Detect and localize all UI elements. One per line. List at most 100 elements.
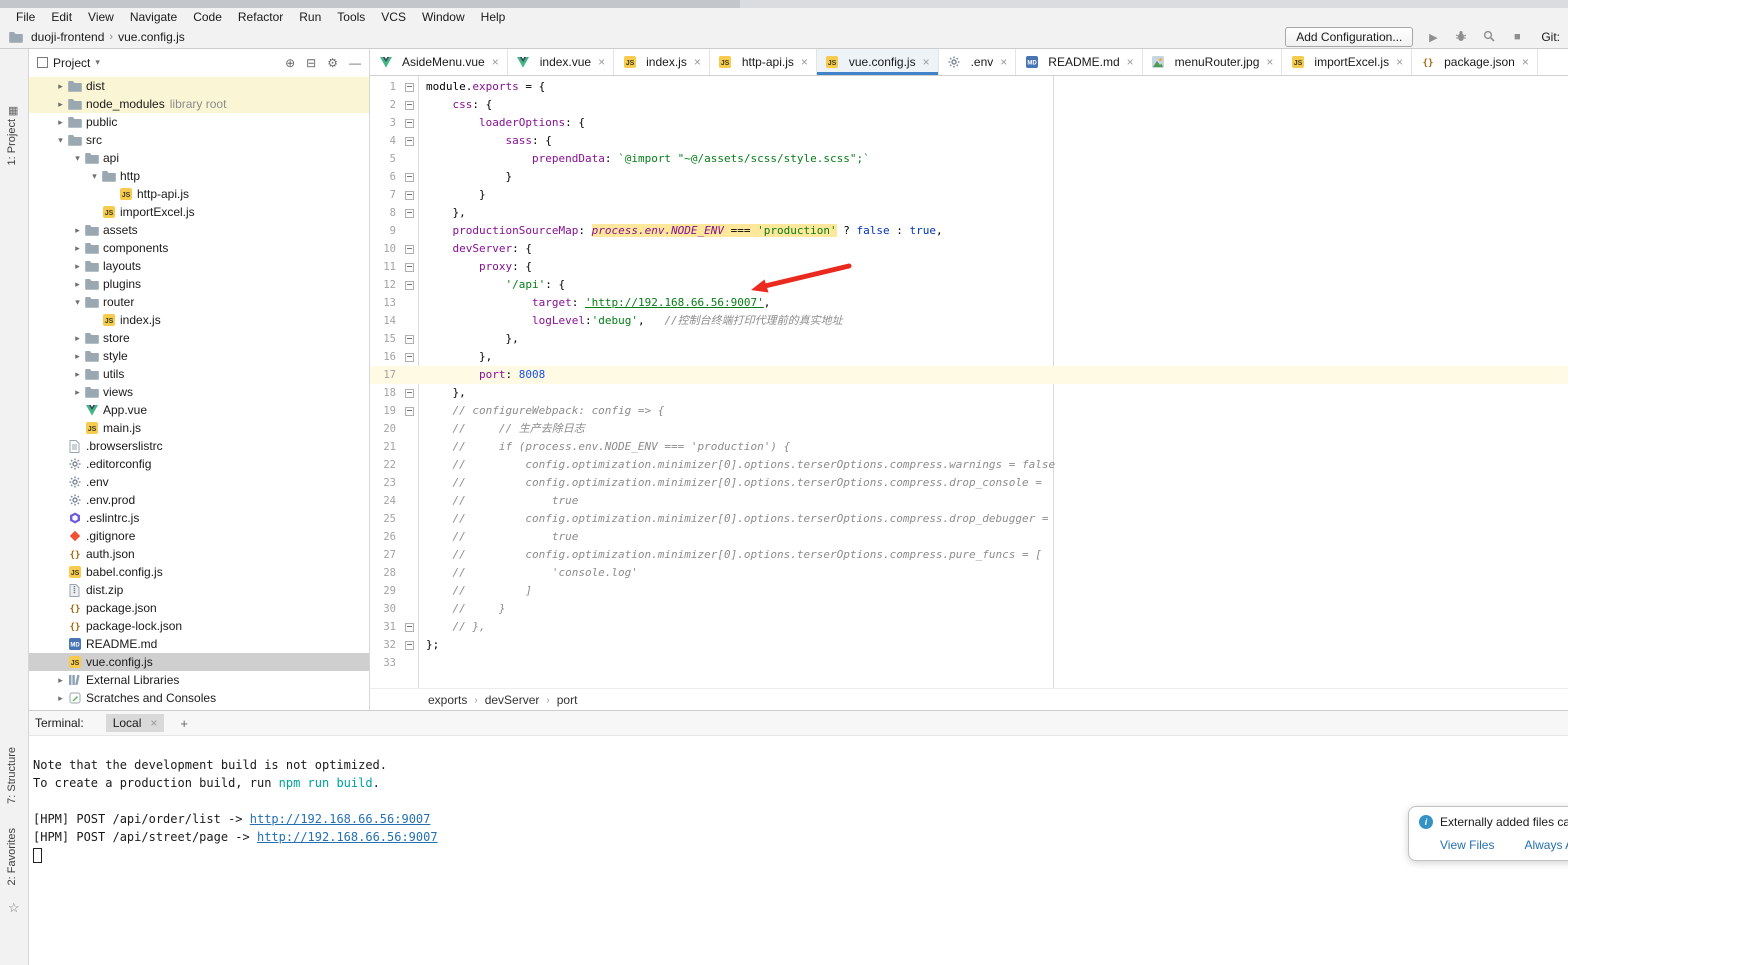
fold-marker-icon[interactable]: [400, 330, 418, 348]
menu-item-code[interactable]: Code: [185, 10, 230, 24]
line-number[interactable]: 19: [370, 402, 400, 420]
code-line-29[interactable]: 29 // ]: [370, 582, 1568, 600]
chevron-right-icon[interactable]: ▸: [54, 675, 67, 686]
menu-item-navigate[interactable]: Navigate: [122, 10, 185, 24]
code-line-31[interactable]: 31 // },: [370, 618, 1568, 636]
favorites-star-icon[interactable]: ☆: [8, 900, 20, 916]
tree-item-main.js[interactable]: JSmain.js: [29, 419, 369, 437]
line-number[interactable]: 7: [370, 186, 400, 204]
tree-item-http-api.js[interactable]: JShttp-api.js: [29, 185, 369, 203]
code-editor[interactable]: 1module.exports = {2 css: {3 loaderOptio…: [370, 76, 1568, 690]
tree-item-assets[interactable]: ▸assets: [29, 221, 369, 239]
chevron-down-icon[interactable]: ▾: [95, 57, 100, 68]
code-line-22[interactable]: 22 // config.optimization.minimizer[0].o…: [370, 456, 1568, 474]
tree-item-index.js[interactable]: JSindex.js: [29, 311, 369, 329]
tab-close-icon[interactable]: ×: [1266, 55, 1273, 69]
locate-file-icon[interactable]: ⊕: [285, 56, 295, 70]
breadcrumb-exports[interactable]: exports: [428, 693, 467, 707]
chevron-right-icon[interactable]: ▸: [71, 333, 84, 344]
line-number[interactable]: 3: [370, 114, 400, 132]
code-line-23[interactable]: 23 // config.optimization.minimizer[0].o…: [370, 474, 1568, 492]
tree-item-Scratches-and-Consoles[interactable]: ▸Scratches and Consoles: [29, 689, 369, 707]
tree-item-router[interactable]: ▾router: [29, 293, 369, 311]
code-line-14[interactable]: 14 logLevel:'debug', //控制台终端打印代理前的真实地址: [370, 312, 1568, 330]
tree-item-views[interactable]: ▸views: [29, 383, 369, 401]
line-number[interactable]: 21: [370, 438, 400, 456]
editor-tab-importExcel.js[interactable]: JSimportExcel.js×: [1282, 49, 1412, 75]
code-line-32[interactable]: 32};: [370, 636, 1568, 654]
tree-item-package-lock.json[interactable]: {}package-lock.json: [29, 617, 369, 635]
code-line-4[interactable]: 4 sass: {: [370, 132, 1568, 150]
chevron-right-icon[interactable]: ▸: [71, 225, 84, 236]
menu-item-run[interactable]: Run: [291, 10, 329, 24]
code-line-1[interactable]: 1module.exports = {: [370, 78, 1568, 96]
code-line-13[interactable]: 13 target: 'http://192.168.66.56:9007',: [370, 294, 1568, 312]
line-number[interactable]: 11: [370, 258, 400, 276]
tree-item-.gitignore[interactable]: .gitignore: [29, 527, 369, 545]
project-tool-icon[interactable]: ▦: [8, 104, 18, 117]
fold-marker-icon[interactable]: [400, 132, 418, 150]
line-number[interactable]: 26: [370, 528, 400, 546]
tree-item-public[interactable]: ▸public: [29, 113, 369, 131]
line-number[interactable]: 27: [370, 546, 400, 564]
close-icon[interactable]: ×: [150, 716, 157, 730]
chevron-down-icon[interactable]: ▾: [71, 153, 84, 164]
code-line-8[interactable]: 8 },: [370, 204, 1568, 222]
chevron-down-icon[interactable]: ▾: [71, 297, 84, 308]
tab-close-icon[interactable]: ×: [1522, 55, 1529, 69]
tree-item-node_modules[interactable]: ▸node_moduleslibrary root: [29, 95, 369, 113]
toolbar-file-name[interactable]: vue.config.js: [118, 30, 185, 44]
menu-item-file[interactable]: File: [8, 10, 43, 24]
debug-icon[interactable]: [1453, 30, 1469, 45]
line-number[interactable]: 13: [370, 294, 400, 312]
code-line-6[interactable]: 6 }: [370, 168, 1568, 186]
fold-marker-icon[interactable]: [400, 618, 418, 636]
code-line-28[interactable]: 28 // 'console.log': [370, 564, 1568, 582]
tab-close-icon[interactable]: ×: [694, 55, 701, 69]
line-number[interactable]: 31: [370, 618, 400, 636]
tab-close-icon[interactable]: ×: [1127, 55, 1134, 69]
tree-item-.env[interactable]: .env: [29, 473, 369, 491]
editor-tab-package.json[interactable]: {}package.json×: [1412, 49, 1538, 75]
code-line-10[interactable]: 10 devServer: {: [370, 240, 1568, 258]
tree-item-.editorconfig[interactable]: .editorconfig: [29, 455, 369, 473]
editor-tab-index.js[interactable]: JSindex.js×: [614, 49, 710, 75]
line-number[interactable]: 25: [370, 510, 400, 528]
line-number[interactable]: 18: [370, 384, 400, 402]
code-line-19[interactable]: 19 // configureWebpack: config => {: [370, 402, 1568, 420]
line-number[interactable]: 32: [370, 636, 400, 654]
line-number[interactable]: 15: [370, 330, 400, 348]
fold-marker-icon[interactable]: [400, 168, 418, 186]
code-line-25[interactable]: 25 // config.optimization.minimizer[0].o…: [370, 510, 1568, 528]
code-line-11[interactable]: 11 proxy: {: [370, 258, 1568, 276]
chevron-right-icon[interactable]: ▸: [71, 243, 84, 254]
code-line-2[interactable]: 2 css: {: [370, 96, 1568, 114]
chevron-right-icon[interactable]: ▸: [71, 369, 84, 380]
chevron-right-icon[interactable]: ▸: [54, 99, 67, 110]
add-configuration-button[interactable]: Add Configuration...: [1285, 27, 1413, 47]
run-icon[interactable]: ▶: [1425, 31, 1441, 44]
search-icon[interactable]: [1481, 30, 1497, 45]
tree-item-components[interactable]: ▸components: [29, 239, 369, 257]
tree-item-README.md[interactable]: MDREADME.md: [29, 635, 369, 653]
tab-close-icon[interactable]: ×: [492, 55, 499, 69]
fold-marker-icon[interactable]: [400, 348, 418, 366]
tree-item-External-Libraries[interactable]: ▸External Libraries: [29, 671, 369, 689]
chevron-right-icon[interactable]: ▸: [54, 693, 67, 704]
menu-item-tools[interactable]: Tools: [329, 10, 373, 24]
line-number[interactable]: 30: [370, 600, 400, 618]
line-number[interactable]: 28: [370, 564, 400, 582]
terminal-output[interactable]: Note that the development build is not o…: [29, 736, 1568, 864]
tab-close-icon[interactable]: ×: [1396, 55, 1403, 69]
chevron-down-icon[interactable]: ▾: [54, 135, 67, 146]
chevron-right-icon[interactable]: ▸: [54, 81, 67, 92]
tree-item-dist[interactable]: ▸dist: [29, 77, 369, 95]
line-number[interactable]: 1: [370, 78, 400, 96]
code-line-20[interactable]: 20 // // 生产去除日志: [370, 420, 1568, 438]
fold-marker-icon[interactable]: [400, 258, 418, 276]
editor-tab-vue.config.js[interactable]: JSvue.config.js×: [817, 49, 939, 75]
notification-action-always-add[interactable]: Always Add: [1524, 838, 1568, 852]
code-line-21[interactable]: 21 // if (process.env.NODE_ENV === 'prod…: [370, 438, 1568, 456]
tree-item-.env.prod[interactable]: .env.prod: [29, 491, 369, 509]
line-number[interactable]: 20: [370, 420, 400, 438]
